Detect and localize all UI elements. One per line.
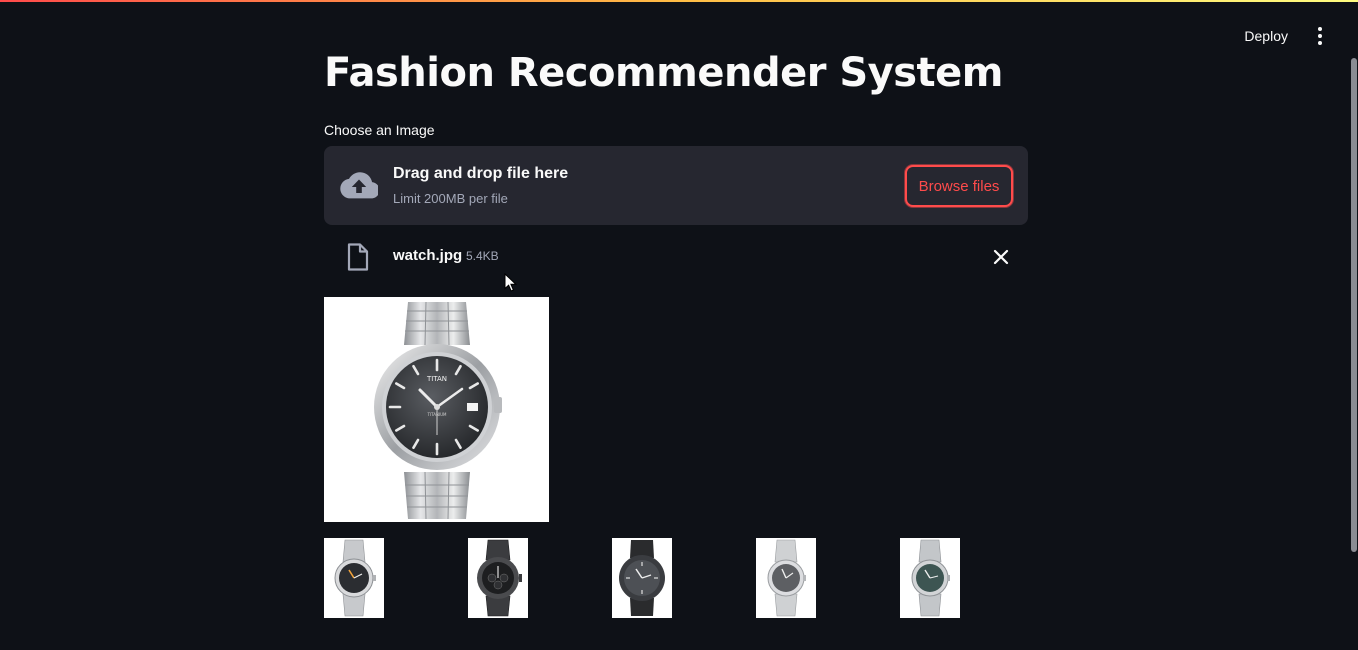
deploy-button[interactable]: Deploy <box>1244 28 1288 44</box>
watch-silver-green-dial-icon <box>911 539 950 617</box>
recommendations-row <box>324 538 1028 618</box>
scrollbar[interactable] <box>1351 58 1357 552</box>
watch-dial-text: TITANIUM <box>426 412 447 417</box>
recommendation-item <box>900 538 960 618</box>
mouse-cursor-icon <box>504 273 518 292</box>
dropzone-limit: Limit 200MB per file <box>393 191 508 206</box>
app-toolbar: Deploy <box>1244 25 1330 47</box>
browse-files-button[interactable]: Browse files <box>905 165 1013 207</box>
uploaded-file-item: watch.jpg 5.4KB <box>324 236 1028 278</box>
watch-silver-black-dial-icon <box>334 539 376 617</box>
file-icon <box>347 243 369 271</box>
watch-black-leather-icon <box>619 540 665 616</box>
watch-brand-text: TITAN <box>426 375 447 383</box>
watch-silver-grey-dial-icon <box>767 539 806 617</box>
dropzone-instruction: Drag and drop file here <box>393 165 569 182</box>
recommendation-item <box>612 538 672 618</box>
file-dropzone[interactable]: Drag and drop file here Limit 200MB per … <box>324 146 1028 225</box>
recommendation-item <box>324 538 384 618</box>
watch-image: TITAN TITANIUM <box>374 301 502 520</box>
uploader-label: Choose an Image <box>324 122 435 138</box>
recommendation-item <box>756 538 816 618</box>
watch-black-chronograph-icon <box>477 539 522 617</box>
file-size: 5.4KB <box>466 249 499 263</box>
top-decoration-bar <box>0 0 1358 2</box>
kebab-menu-icon[interactable] <box>1310 25 1330 47</box>
file-name: watch.jpg <box>393 247 463 264</box>
page-title: Fashion Recommender System <box>324 50 1003 96</box>
recommendation-item <box>468 538 528 618</box>
uploaded-image-preview: TITAN TITANIUM <box>324 297 549 522</box>
cloud-upload-icon <box>340 172 378 199</box>
close-icon[interactable] <box>992 248 1010 266</box>
